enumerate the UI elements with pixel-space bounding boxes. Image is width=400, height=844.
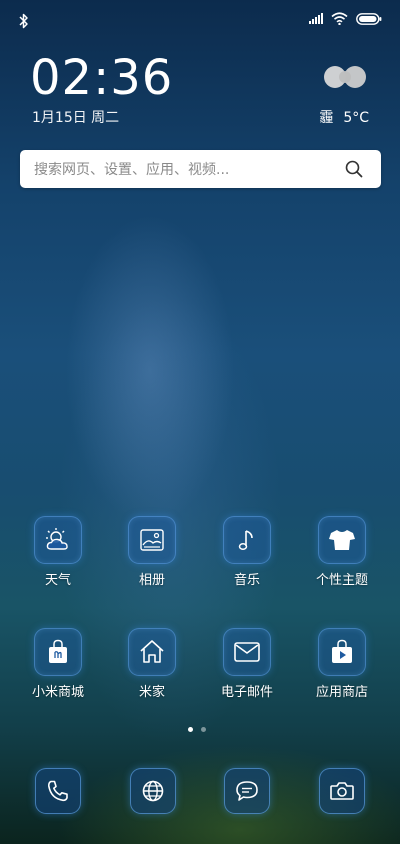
app-label: 应用商店	[315, 685, 368, 700]
camera-icon	[329, 780, 355, 802]
email-icon	[223, 628, 271, 676]
page-dot	[201, 727, 206, 732]
app-label: 相册	[138, 573, 165, 588]
weather-icon	[34, 516, 82, 564]
signal-icon	[309, 13, 323, 24]
app-app-store[interactable]: 应用商店	[294, 628, 390, 706]
battery-icon	[356, 12, 382, 25]
gallery-icon	[128, 516, 176, 564]
app-music[interactable]: 音乐	[199, 516, 295, 594]
music-icon	[223, 516, 271, 564]
status-bar	[0, 0, 400, 40]
page-indicator	[188, 727, 206, 732]
app-mi-store[interactable]: 小米商城	[10, 628, 106, 706]
browser-icon	[141, 779, 165, 803]
app-label: 音乐	[233, 573, 260, 588]
dock-phone[interactable]	[35, 768, 81, 814]
app-store-icon	[318, 628, 366, 676]
app-label: 小米商城	[31, 685, 84, 700]
dock-camera[interactable]	[319, 768, 365, 814]
app-mi-home[interactable]: 米家	[104, 628, 200, 706]
haze-icon[interactable]	[320, 58, 370, 96]
weather-temperature: 5°C	[343, 110, 369, 126]
weather-summary[interactable]: 霾 5°C	[319, 109, 369, 127]
app-label: 米家	[138, 685, 165, 700]
mi-home-icon	[128, 628, 176, 676]
app-email[interactable]: 电子邮件	[199, 628, 295, 706]
app-label: 个性主题	[315, 573, 368, 588]
clock-time[interactable]: 02:36	[30, 50, 173, 106]
page-dot-active	[188, 727, 193, 732]
mi-store-icon	[34, 628, 82, 676]
app-themes[interactable]: 个性主题	[294, 516, 390, 594]
app-gallery[interactable]: 相册	[104, 516, 200, 594]
dock-browser[interactable]	[130, 768, 176, 814]
wifi-icon	[331, 12, 348, 25]
themes-icon	[318, 516, 366, 564]
app-weather[interactable]: 天气	[10, 516, 106, 594]
app-label: 天气	[44, 573, 71, 588]
app-label: 电子邮件	[220, 685, 273, 700]
messages-icon	[234, 779, 260, 803]
weather-condition: 霾	[319, 110, 334, 126]
clock-date[interactable]: 1月15日 周二	[32, 109, 119, 127]
dock-messages[interactable]	[224, 768, 270, 814]
bluetooth-icon	[18, 12, 30, 30]
phone-icon	[46, 779, 70, 803]
search-icon[interactable]	[345, 160, 363, 178]
search-bar[interactable]: 搜索网页、设置、应用、视频...	[20, 150, 381, 188]
search-input[interactable]: 搜索网页、设置、应用、视频...	[34, 159, 229, 179]
